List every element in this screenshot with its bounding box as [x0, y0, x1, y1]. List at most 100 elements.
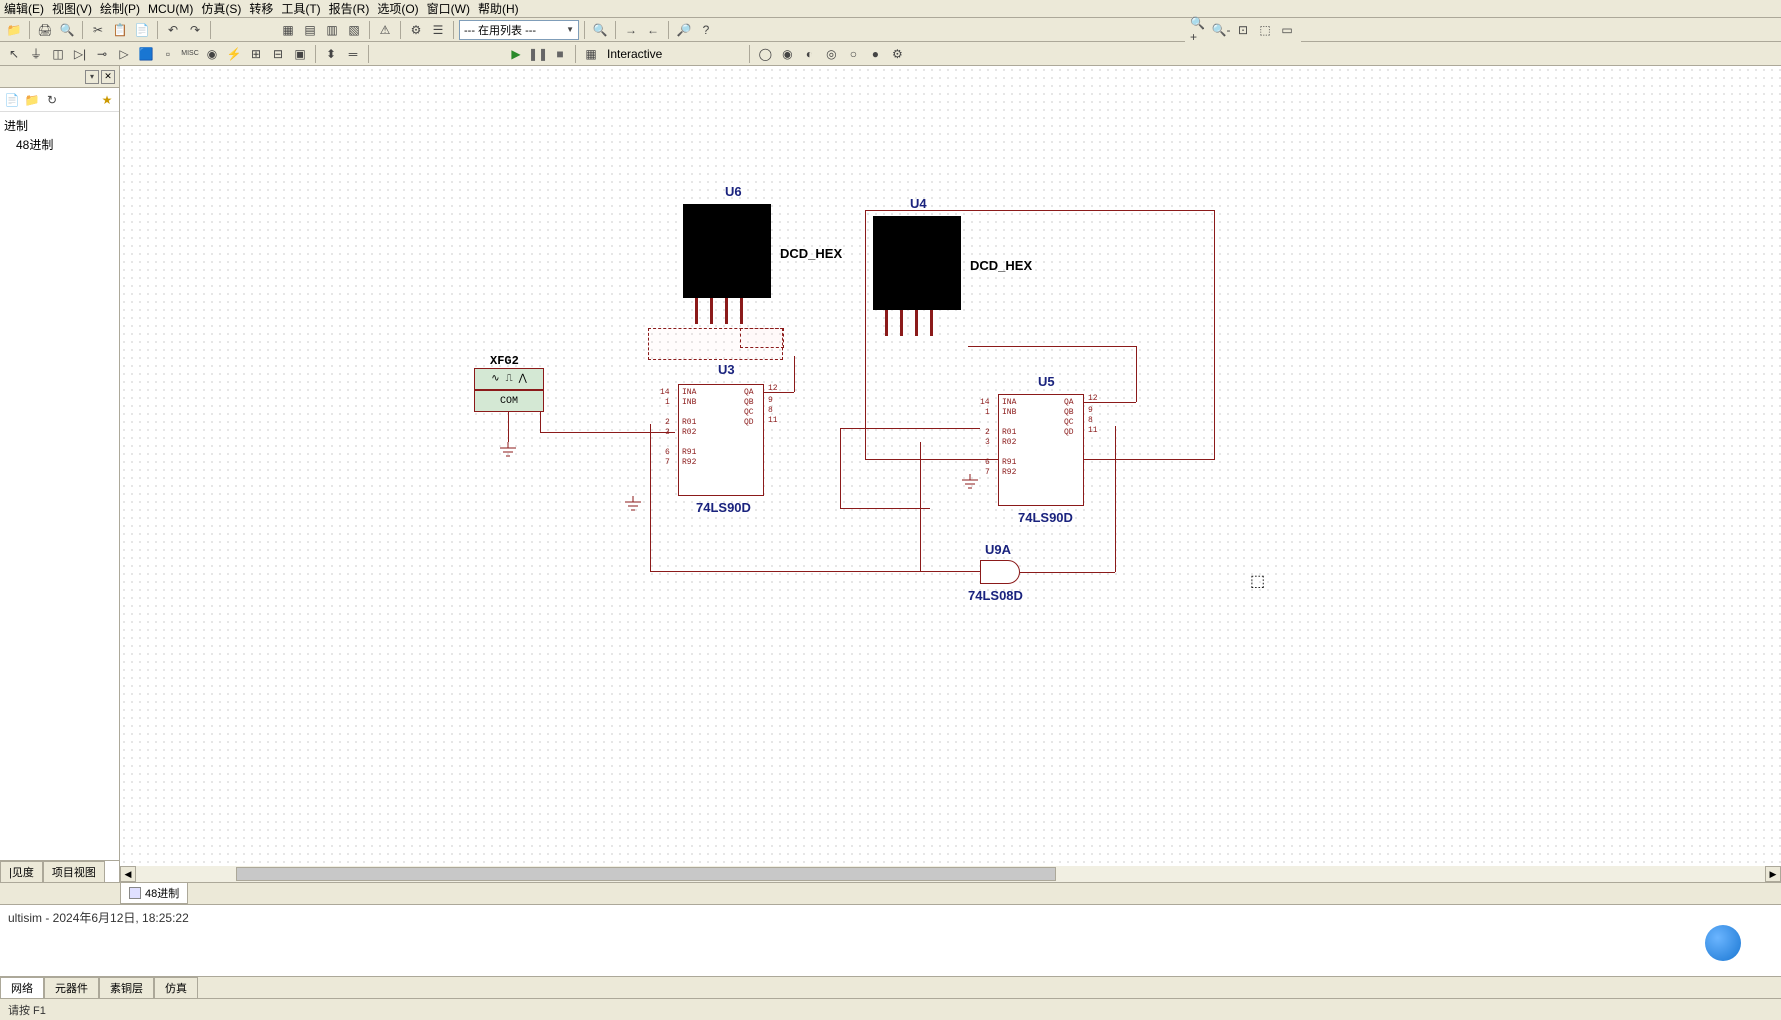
- place-source-button[interactable]: ⏚: [26, 44, 46, 64]
- probe-button-4[interactable]: ◎: [821, 44, 841, 64]
- tree-root[interactable]: 进制: [4, 116, 115, 135]
- cut-button[interactable]: ✂: [88, 20, 108, 40]
- print-preview-button[interactable]: 🔍: [57, 20, 77, 40]
- tab-simulation[interactable]: 仿真: [154, 977, 198, 998]
- search-button[interactable]: 🔍: [590, 20, 610, 40]
- netlist-button[interactable]: ⚙: [406, 20, 426, 40]
- u9a-component[interactable]: [980, 560, 1020, 584]
- bom-button[interactable]: ☰: [428, 20, 448, 40]
- probe-button-5[interactable]: ○: [843, 44, 863, 64]
- design-tree[interactable]: 进制 48进制: [0, 112, 119, 860]
- place-misc-button[interactable]: MISC: [180, 44, 200, 64]
- menu-options[interactable]: 选项(O): [377, 0, 418, 17]
- refresh-icon[interactable]: ↻: [44, 92, 60, 108]
- paste-button[interactable]: 📄: [132, 20, 152, 40]
- menu-view[interactable]: 视图(V): [52, 0, 92, 17]
- schematic-canvas[interactable]: U6 DCD_HEX U4 DCD_HEX XFG2 ∿ ⎍ ⋀ COM U3 …: [120, 66, 1781, 882]
- tab-components[interactable]: 元器件: [44, 977, 99, 998]
- window-arrange-button[interactable]: ▥: [322, 20, 342, 40]
- probe-button-3[interactable]: ◐: [799, 44, 819, 64]
- menu-draw[interactable]: 绘制(P): [100, 0, 140, 17]
- inuse-list-combo[interactable]: --- 在用列表 --- ▼: [459, 20, 579, 40]
- sheet-props-button[interactable]: ▧: [344, 20, 364, 40]
- select-tool[interactable]: ↖: [4, 44, 24, 64]
- open-button[interactable]: 📁: [4, 20, 24, 40]
- menu-simulate[interactable]: 仿真(S): [201, 0, 241, 17]
- print-button[interactable]: 🖨: [35, 20, 55, 40]
- pin-label: QD: [1064, 428, 1074, 437]
- undo-button[interactable]: ↶: [163, 20, 183, 40]
- pin-num: 7: [665, 458, 670, 467]
- full-screen-button[interactable]: ▭: [1277, 20, 1297, 40]
- pin-num: 11: [1088, 426, 1098, 435]
- copy-button[interactable]: 📋: [110, 20, 130, 40]
- wire: [840, 508, 930, 509]
- tab-project-view[interactable]: 项目视图: [43, 861, 105, 882]
- place-power-button[interactable]: ⚡: [224, 44, 244, 64]
- zoom-in-button[interactable]: 🔍+: [1189, 20, 1209, 40]
- place-hier-button[interactable]: ⬍: [321, 44, 341, 64]
- place-connector-button[interactable]: ⊟: [268, 44, 288, 64]
- place-ttl-button[interactable]: 🟦: [136, 44, 156, 64]
- redo-button[interactable]: ↷: [185, 20, 205, 40]
- pin-label: R01: [682, 418, 696, 427]
- scroll-left-button[interactable]: ◀: [120, 866, 136, 882]
- find-button[interactable]: 🔎: [674, 20, 694, 40]
- xfg2-top[interactable]: ∿ ⎍ ⋀: [474, 368, 544, 390]
- place-transistor-button[interactable]: ⊸: [92, 44, 112, 64]
- window-cascade-button[interactable]: ▤: [300, 20, 320, 40]
- folder-icon[interactable]: 📁: [24, 92, 40, 108]
- link-back-button[interactable]: ←: [643, 20, 663, 40]
- place-ladder-button[interactable]: ⊞: [246, 44, 266, 64]
- new-folder-icon[interactable]: 📄: [4, 92, 20, 108]
- menu-help[interactable]: 帮助(H): [478, 0, 519, 17]
- window-tile-button[interactable]: ▦: [278, 20, 298, 40]
- tree-child[interactable]: 48进制: [4, 135, 115, 154]
- scroll-thumb[interactable]: [236, 867, 1056, 881]
- u4-component[interactable]: [873, 216, 961, 310]
- place-mcu-button[interactable]: ▣: [290, 44, 310, 64]
- probe-button-2[interactable]: ◉: [777, 44, 797, 64]
- menu-edit[interactable]: 编辑(E): [4, 0, 44, 17]
- chevron-down-icon[interactable]: ▾: [85, 70, 99, 84]
- scroll-right-button[interactable]: ▶: [1765, 866, 1781, 882]
- stop-button[interactable]: ■: [550, 44, 570, 64]
- star-icon[interactable]: ★: [99, 92, 115, 108]
- u6-component[interactable]: [683, 204, 771, 298]
- pin-num: 9: [768, 396, 773, 405]
- tab-network[interactable]: 网络: [0, 977, 44, 998]
- scroll-track[interactable]: [136, 866, 1765, 882]
- assistant-badge-icon[interactable]: [1705, 925, 1741, 961]
- zoom-fit-button[interactable]: ⊡: [1233, 20, 1253, 40]
- place-cmos-button[interactable]: ▫: [158, 44, 178, 64]
- sheet-tab-active[interactable]: 48进制: [120, 883, 188, 904]
- menu-transfer[interactable]: 转移: [249, 0, 273, 17]
- place-bus-button[interactable]: ═: [343, 44, 363, 64]
- run-button[interactable]: ▶: [506, 44, 526, 64]
- menu-tools[interactable]: 工具(T): [281, 0, 320, 17]
- probe-button-1[interactable]: ◯: [755, 44, 775, 64]
- place-analog-button[interactable]: ▷: [114, 44, 134, 64]
- help-button[interactable]: ?: [696, 20, 716, 40]
- zoom-out-button[interactable]: 🔍-: [1211, 20, 1231, 40]
- menu-mcu[interactable]: MCU(M): [148, 2, 193, 16]
- place-basic-button[interactable]: ◫: [48, 44, 68, 64]
- place-diode-button[interactable]: ▷|: [70, 44, 90, 64]
- place-indicator-button[interactable]: ◉: [202, 44, 222, 64]
- link-forward-button[interactable]: →: [621, 20, 641, 40]
- tab-copper[interactable]: 素铜层: [99, 977, 154, 998]
- interactive-toggle-icon[interactable]: ▦: [581, 44, 601, 64]
- erc-button[interactable]: ⚠: [375, 20, 395, 40]
- horizontal-scrollbar[interactable]: ◀ ▶: [120, 866, 1781, 882]
- toolbar-main: 📁 🖨 🔍 ✂ 📋 📄 ↶ ↷ ▦ ▤ ▥ ▧ ⚠ ⚙ ☰ --- 在用列表 -…: [0, 18, 1781, 42]
- menu-window[interactable]: 窗口(W): [427, 0, 470, 17]
- probe-button-6[interactable]: ●: [865, 44, 885, 64]
- xfg2-com[interactable]: COM: [474, 390, 544, 412]
- menu-report[interactable]: 报告(R): [329, 0, 370, 17]
- probe-settings-button[interactable]: ⚙: [887, 44, 907, 64]
- tab-visibility[interactable]: |见度: [0, 861, 43, 882]
- zoom-area-button[interactable]: ⬚: [1255, 20, 1275, 40]
- panel-close-button[interactable]: ✕: [101, 70, 115, 84]
- pause-button[interactable]: ❚❚: [528, 44, 548, 64]
- xfg2-ref-label: XFG2: [490, 354, 519, 368]
